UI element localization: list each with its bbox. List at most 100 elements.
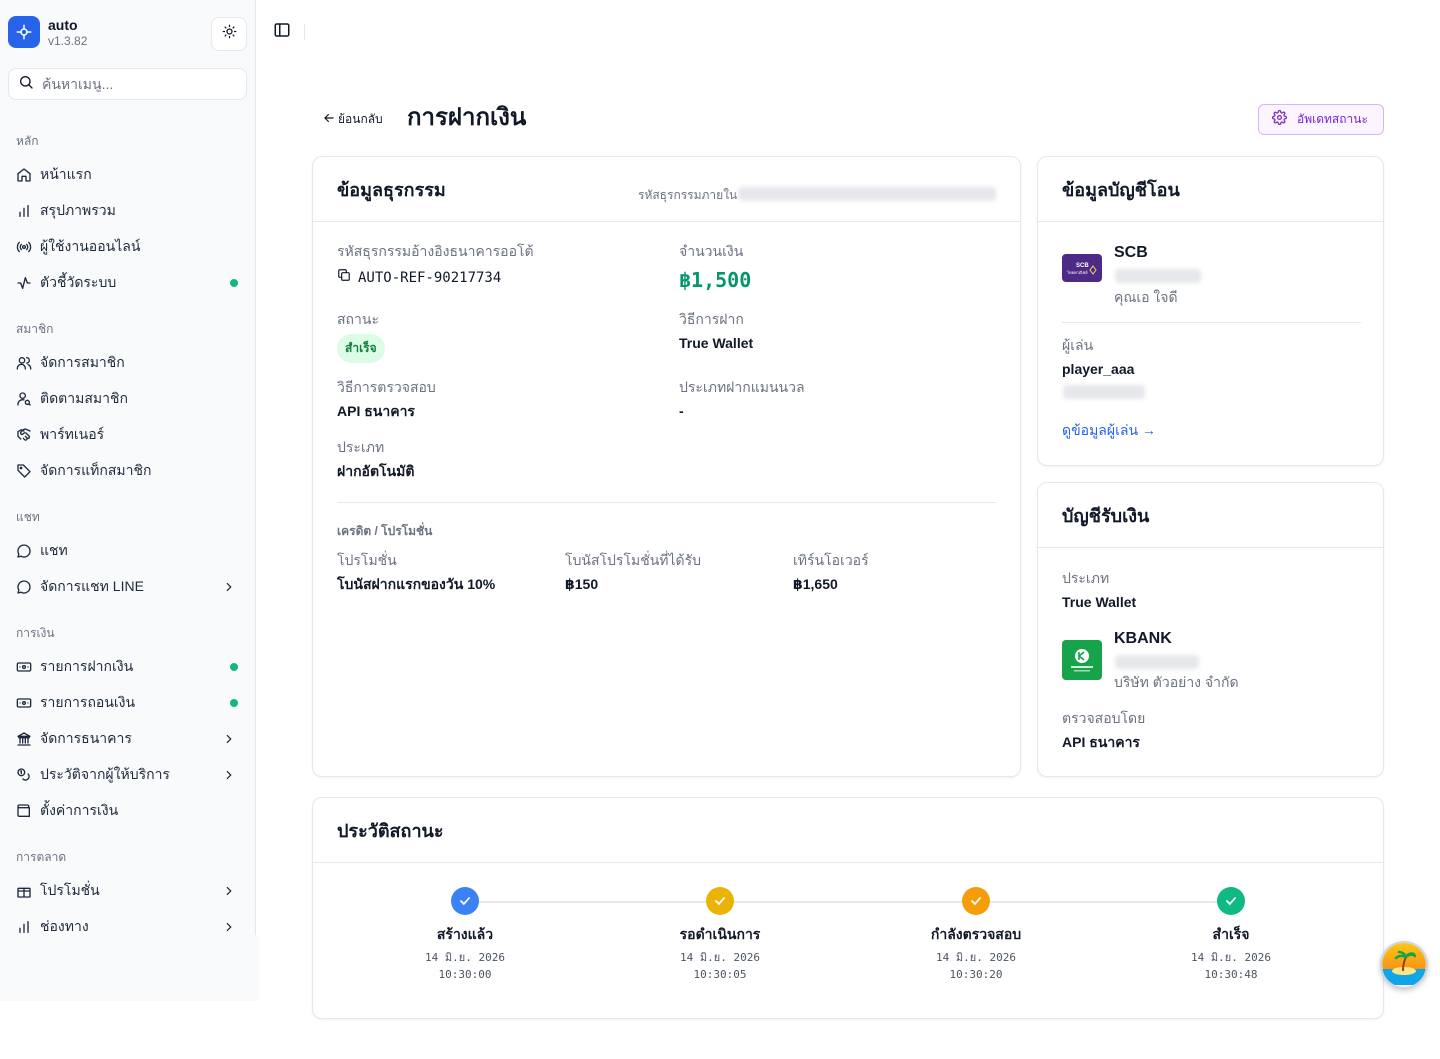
type-label: ประเภท bbox=[337, 439, 385, 455]
sidebar-item-label: ติดตามสมาชิก bbox=[40, 390, 128, 406]
deposit-icon bbox=[16, 659, 32, 675]
timeline-step-label: สร้างแล้ว bbox=[436, 926, 494, 942]
brand[interactable]: auto v1.3.82 bbox=[8, 16, 87, 48]
tag-icon bbox=[16, 463, 32, 479]
svg-text:ไทยพาณิชย์: ไทยพาณิชย์ bbox=[1066, 270, 1088, 275]
view-player-link[interactable]: ดูข้อมูลผู้เล่น → bbox=[1062, 420, 1156, 442]
sidebar-item-system-metrics[interactable]: ตัวชี้วัดระบบ bbox=[8, 267, 247, 299]
manual-type-value: - bbox=[679, 403, 684, 419]
floating-assistant-button[interactable] bbox=[1380, 941, 1428, 989]
sidebar-item-home[interactable]: หน้าแรก bbox=[8, 159, 247, 191]
sidebar-item-label: รายการถอนเงิน bbox=[40, 694, 136, 710]
sidebar-item-finance-settings[interactable]: ตั้งค่าการเงิน bbox=[8, 795, 247, 827]
sidebar-item-member-tags[interactable]: จัดการแท็กสมาชิก bbox=[8, 455, 247, 487]
gift-icon bbox=[16, 883, 32, 899]
timeline-step-time: 10:30:20 bbox=[949, 968, 1003, 981]
sidebar-footer bbox=[0, 935, 259, 1001]
sidebar-item-line-chat[interactable]: จัดการแชท LINE bbox=[8, 571, 247, 603]
receiver-account-card: บัญชีรับเงิน ประเภท True Wallet KBANK บร… bbox=[1037, 482, 1384, 777]
status-label: สถานะ bbox=[337, 311, 379, 327]
receiver-account-number-redacted bbox=[1115, 655, 1199, 669]
ref-value: AUTO-REF-90217734 bbox=[358, 269, 502, 286]
timeline-step-time: 10:30:05 bbox=[693, 968, 747, 981]
svg-text:SCB: SCB bbox=[1076, 263, 1089, 269]
update-status-button[interactable]: อัพเดทสถานะ bbox=[1258, 104, 1384, 135]
page-title: การฝากเงิน bbox=[407, 104, 527, 131]
theme-toggle-button[interactable] bbox=[211, 17, 247, 51]
amount-label: จำนวนเงิน bbox=[679, 243, 744, 259]
timeline-line bbox=[465, 901, 1232, 903]
sidebar-item-label: จัดการสมาชิก bbox=[40, 354, 125, 370]
sidebar-item-manage-members[interactable]: จัดการสมาชิก bbox=[8, 347, 247, 379]
check-icon bbox=[451, 887, 479, 915]
sidebar-item-online-users[interactable]: ผู้ใช้งานออนไลน์ bbox=[8, 231, 247, 263]
sender-account-card: ข้อมูลบัญชีโอน SCB ไทยพาณิชย์ SCB คุณเอ ใ… bbox=[1037, 156, 1384, 466]
manual-type-label: ประเภทฝากแมนนวล bbox=[679, 379, 805, 395]
sidebar-item-withdrawals[interactable]: รายการถอนเงิน bbox=[8, 687, 247, 719]
sidebar-item-partners[interactable]: พาร์ทเนอร์ bbox=[8, 419, 247, 451]
timeline-step-date: 14 มิ.ย. 2026 bbox=[680, 951, 760, 964]
nav-section-chat: แชท bbox=[16, 510, 40, 524]
timeline-step-date: 14 มิ.ย. 2026 bbox=[1191, 951, 1271, 964]
method-label: วิธีการฝาก bbox=[679, 311, 744, 327]
sidebar-item-deposits[interactable]: รายการฝากเงิน bbox=[8, 651, 247, 683]
back-button[interactable]: ย้อนกลับ bbox=[322, 110, 383, 129]
timeline-step-label: รอดำเนินการ bbox=[679, 926, 761, 942]
status-dot bbox=[230, 663, 238, 671]
player-value: player_aaa bbox=[1062, 361, 1135, 377]
turnover-label: เทิร์นโอเวอร์ bbox=[793, 552, 869, 568]
transaction-card: ข้อมูลธุรกรรม รหัสธุรกรรมภายใน รหัสธุรกร… bbox=[312, 156, 1021, 777]
sidebar-item-track-members[interactable]: ติดตามสมาชิก bbox=[8, 383, 247, 415]
sidebar-item-label: ตัวชี้วัดระบบ bbox=[40, 274, 117, 290]
promo-value: โบนัสฝากแรกของวัน 10% bbox=[337, 576, 496, 592]
sidebar-item-promotions[interactable]: โปรโมชั่น bbox=[8, 875, 247, 907]
sender-bank-name: SCB bbox=[1114, 244, 1148, 261]
users-icon bbox=[16, 355, 32, 371]
search-icon bbox=[18, 74, 34, 95]
sender-account-name: คุณเอ ใจดี bbox=[1114, 289, 1178, 305]
status-dot bbox=[230, 279, 238, 287]
sidebar-item-label: สรุปภาพรวม bbox=[40, 202, 116, 218]
user-search-icon bbox=[16, 391, 32, 407]
timeline-step-label: กำลังตรวจสอบ bbox=[930, 926, 1022, 942]
sidebar-item-label: หน้าแรก bbox=[40, 166, 92, 182]
sidebar-item-overview[interactable]: สรุปภาพรวม bbox=[8, 195, 247, 227]
island-icon bbox=[1382, 943, 1426, 987]
divider bbox=[304, 24, 305, 40]
sidebar-item-label: ประวัติจากผู้ให้บริการ bbox=[40, 766, 170, 782]
sidebar: auto v1.3.82 หลัก สมาชิก แชท การเงิน การ… bbox=[0, 0, 256, 1001]
chevron-right-icon bbox=[221, 731, 237, 747]
sidebar-item-provider-history[interactable]: ประวัติจากผู้ให้บริการ bbox=[8, 759, 247, 791]
sidebar-item-chat[interactable]: แชท bbox=[8, 535, 247, 567]
sender-account-number-redacted bbox=[1115, 269, 1201, 283]
arrow-left-icon bbox=[322, 111, 336, 128]
home-icon bbox=[16, 167, 32, 183]
search-input[interactable] bbox=[42, 76, 232, 92]
menu-search[interactable] bbox=[8, 68, 247, 100]
card-title: ประวัติสถานะ bbox=[337, 820, 444, 841]
timeline-step: กำลังตรวจสอบ 14 มิ.ย. 2026 10:30:20 bbox=[896, 887, 1056, 983]
verify-value: API ธนาคาร bbox=[337, 403, 415, 419]
card-title: ข้อมูลบัญชีโอน bbox=[1062, 179, 1180, 200]
nav-section-members: สมาชิก bbox=[16, 322, 54, 336]
chat-icon bbox=[16, 579, 32, 595]
divider bbox=[1062, 322, 1361, 323]
bar-chart-icon bbox=[16, 203, 32, 219]
ref-value-row: AUTO-REF-90217734 bbox=[337, 268, 501, 287]
sidebar-toggle-button[interactable] bbox=[272, 22, 292, 42]
copy-icon[interactable] bbox=[337, 268, 351, 287]
type-value: ฝากอัตโนมัติ bbox=[337, 463, 415, 479]
sidebar-item-manage-banks[interactable]: จัดการธนาคาร bbox=[8, 723, 247, 755]
kbank-logo-icon bbox=[1062, 640, 1102, 680]
status-dot bbox=[230, 699, 238, 707]
card-title: ข้อมูลธุรกรรม bbox=[337, 179, 446, 200]
timeline-step-date: 14 มิ.ย. 2026 bbox=[936, 951, 1016, 964]
activity-icon bbox=[16, 275, 32, 291]
bonus-value: ฿150 bbox=[565, 576, 599, 592]
check-icon bbox=[706, 887, 734, 915]
gear-icon bbox=[1272, 109, 1287, 130]
withdraw-icon bbox=[16, 695, 32, 711]
chevron-right-icon bbox=[221, 919, 237, 935]
check-icon bbox=[1217, 887, 1245, 915]
turnover-value: ฿1,650 bbox=[793, 576, 838, 592]
